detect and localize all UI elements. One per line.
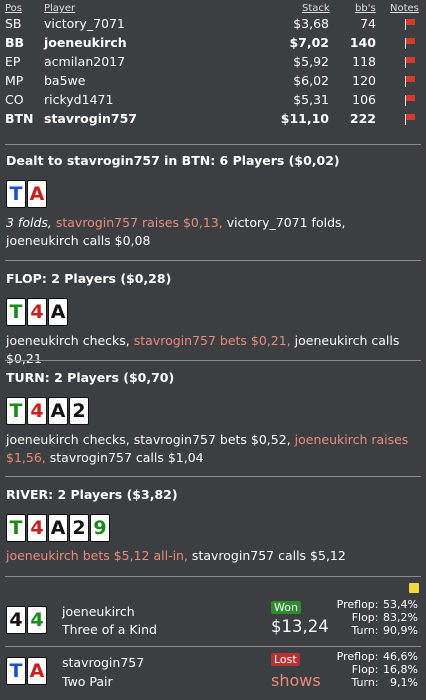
seat-table: Pos Player Stack bb's Notes SB victory_70… <box>0 0 426 128</box>
note-flag-icon[interactable] <box>404 113 416 125</box>
seat-bb: 120 <box>352 73 376 88</box>
seat-bb: 118 <box>352 54 376 69</box>
note-flag-icon[interactable] <box>404 56 416 68</box>
winner-name: joeneukirch <box>62 604 135 619</box>
playing-card: 4 <box>27 298 47 326</box>
seat-stack: $5,31 <box>293 92 329 107</box>
seat-player: stavrogin757 <box>44 111 137 126</box>
seat-row: EP acmilan2017 $5,92 118 <box>0 52 426 71</box>
note-icon[interactable] <box>409 583 419 593</box>
preflop-action-2: stavrogin757 raises $0,13, <box>51 215 223 230</box>
playing-card: T <box>6 397 26 425</box>
playing-card: A <box>27 180 47 208</box>
divider <box>5 476 421 477</box>
header-pos: Pos <box>5 3 23 14</box>
playing-card: A <box>48 397 68 425</box>
equity-flop: Flop: 83,2% <box>351 611 418 624</box>
playing-card: A <box>48 298 68 326</box>
seat-row: CO rickyd1471 $5,31 106 <box>0 90 426 109</box>
flop-actions: joeneukirch checks, stavrogin757 bets $0… <box>6 332 420 368</box>
seat-stack: $6,02 <box>293 73 329 88</box>
loser-name: stavrogin757 <box>62 655 145 670</box>
playing-card: A <box>27 657 47 685</box>
note-flag-icon[interactable] <box>404 94 416 106</box>
preflop-title: Dealt to stavrogin757 in BTN: 6 Players … <box>6 153 340 168</box>
note-flag-icon[interactable] <box>404 37 416 49</box>
header-stack: Stack <box>302 3 330 14</box>
seat-pos: SB <box>5 16 22 31</box>
seat-bb: 222 <box>349 111 376 126</box>
seat-row: MP ba5we $6,02 120 <box>0 71 426 90</box>
seat-player: victory_7071 <box>44 16 125 31</box>
seat-bb: 106 <box>352 92 376 107</box>
playing-card: 4 <box>6 606 26 634</box>
seat-pos: BB <box>5 35 25 50</box>
river-action-2: stavrogin757 calls $5,12 <box>187 548 346 563</box>
seat-player: joeneukirch <box>44 35 127 50</box>
playing-card: 4 <box>27 606 47 634</box>
equity-turn: Turn: 90,9% <box>351 624 418 637</box>
note-flag-icon[interactable] <box>404 75 416 87</box>
seat-bb: 140 <box>349 35 376 50</box>
seat-row: BB joeneukirch $7,02 140 <box>0 33 426 52</box>
river-actions: joeneukirch bets $5,12 all-in, stavrogin… <box>6 547 420 565</box>
playing-card: A <box>48 514 68 542</box>
seat-stack: $11,10 <box>280 111 329 126</box>
seat-player: ba5we <box>44 73 86 88</box>
equity-flop: Flop: 16,8% <box>351 663 418 676</box>
playing-card: 2 <box>69 514 89 542</box>
seat-stack: $5,92 <box>293 54 329 69</box>
playing-card: T <box>6 180 26 208</box>
seat-pos: BTN <box>5 111 34 126</box>
note-flag-icon[interactable] <box>404 18 416 30</box>
seat-rows: SB victory_7071 $3,68 74 BB joeneukirch $7,02 1… <box>0 14 426 128</box>
seat-stack: $3,68 <box>293 16 329 31</box>
divider <box>5 260 421 261</box>
seat-row: BTN stavrogin757 $11,10 222 <box>0 109 426 128</box>
loser-equity: Preflop: 46,6% Flop: 16,8% Turn: 9,1% <box>308 650 418 689</box>
seat-row: SB victory_7071 $3,68 74 <box>0 14 426 33</box>
playing-card: 9 <box>90 514 110 542</box>
playing-card: T <box>6 514 26 542</box>
seat-pos: CO <box>5 92 24 107</box>
playing-card: T <box>6 298 26 326</box>
divider <box>5 360 421 361</box>
playing-card: T <box>6 657 26 685</box>
seat-stack: $7,02 <box>289 35 329 50</box>
flop-action-2: stavrogin757 bets $0,21, <box>129 333 291 348</box>
won-badge: Won <box>271 601 301 614</box>
playing-card: 4 <box>27 514 47 542</box>
winner-hand: Three of a Kind <box>62 622 157 637</box>
playing-card: 4 <box>27 397 47 425</box>
flop-title: FLOP: 2 Players ($0,28) <box>6 271 172 286</box>
divider <box>5 576 421 577</box>
seat-player: rickyd1471 <box>44 92 114 107</box>
playing-card: 2 <box>69 397 89 425</box>
turn-title: TURN: 2 Players ($0,70) <box>6 370 175 385</box>
turn-action-3: stavrogin757 calls $1,04 <box>45 450 204 465</box>
equity-turn: Turn: 9,1% <box>351 676 418 689</box>
seat-table-header: Pos Player Stack bb's Notes <box>0 0 426 14</box>
divider <box>5 646 421 647</box>
flop-action-1: joeneukirch checks, <box>6 333 130 348</box>
seat-pos: EP <box>5 54 21 69</box>
lost-badge: Lost <box>271 653 300 666</box>
divider <box>5 144 421 145</box>
loser-hand: Two Pair <box>62 674 113 689</box>
seat-bb: 74 <box>360 16 376 31</box>
preflop-action-1: 3 folds, <box>6 215 52 230</box>
turn-action-1: joeneukirch checks, stavrogin757 bets $0… <box>6 432 291 447</box>
header-bb: bb's <box>355 3 376 14</box>
seat-pos: MP <box>5 73 24 88</box>
header-notes: Notes <box>390 3 419 14</box>
river-action-1: joeneukirch bets $5,12 all-in, <box>6 548 188 563</box>
equity-preflop: Preflop: 46,6% <box>336 650 418 663</box>
header-player: Player <box>44 3 76 14</box>
preflop-actions: 3 folds, stavrogin757 raises $0,13, vict… <box>6 214 420 250</box>
turn-actions: joeneukirch checks, stavrogin757 bets $0… <box>6 431 420 467</box>
equity-preflop: Preflop: 53,4% <box>336 598 418 611</box>
winner-equity: Preflop: 53,4% Flop: 83,2% Turn: 90,9% <box>308 598 418 637</box>
river-title: RIVER: 2 Players ($3,82) <box>6 487 178 502</box>
seat-player: acmilan2017 <box>44 54 126 69</box>
